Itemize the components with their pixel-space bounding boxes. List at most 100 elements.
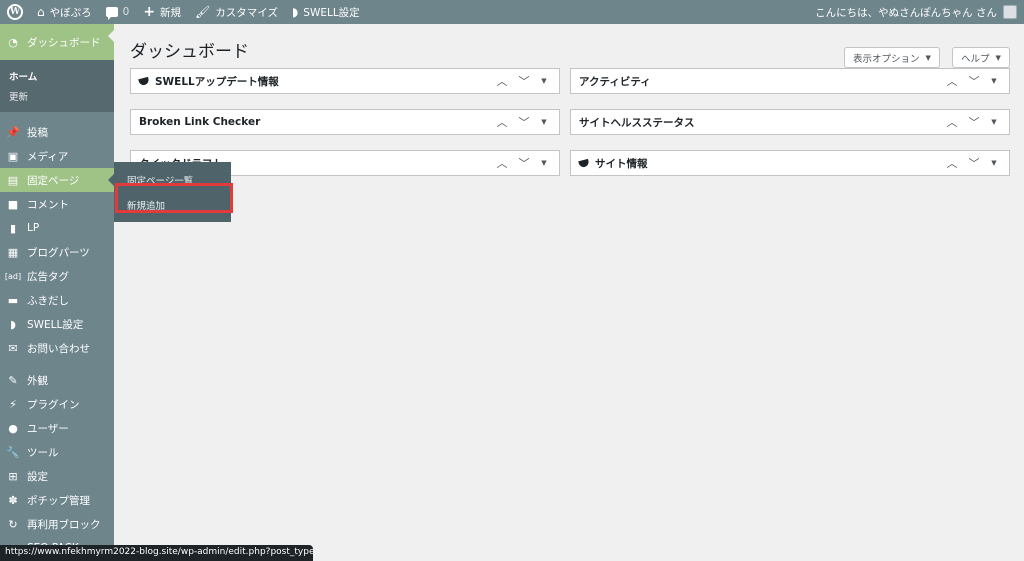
pin-icon: 📌 [6, 125, 20, 139]
submenu-home[interactable]: ホーム [0, 66, 114, 86]
panel-title: アクティビティ [579, 75, 651, 88]
menu-tools[interactable]: 🔧 ツール [0, 440, 114, 464]
move-up-icon[interactable]: ︿ [941, 73, 963, 89]
move-down-icon[interactable]: ﹀ [963, 114, 985, 130]
brush-icon: 🖌 [195, 5, 211, 19]
menu-ad-tags-label: 広告タグ [27, 270, 69, 283]
site-name-link[interactable]: ⌂ やぼぷろ [30, 0, 99, 24]
move-up-icon[interactable]: ︿ [491, 155, 513, 171]
menu-pochipp[interactable]: ✽ ポチップ管理 [0, 488, 114, 512]
panel-site-info: サイト情報 ︿ ﹀ ▼ [570, 150, 1010, 176]
submenu-updates[interactable]: 更新 [0, 86, 114, 106]
move-up-icon[interactable]: ︿ [491, 114, 513, 130]
brush-icon: ✎ [8, 373, 18, 387]
wrench-icon: 🔧 [6, 445, 20, 459]
menu-blog-parts-label: ブログパーツ [27, 246, 90, 259]
comment-icon: ■ [7, 197, 19, 211]
highlight-box [115, 183, 233, 213]
move-up-icon[interactable]: ︿ [941, 114, 963, 130]
customize-link[interactable]: 🖌 カスタマイズ [188, 0, 285, 24]
dashboard-icon: ◔ [8, 35, 18, 49]
menu-pages-label: 固定ページ [27, 174, 80, 187]
caret-down-icon: ▼ [925, 53, 931, 62]
account-menu[interactable]: こんにちは、やぬさんぽんちゃん さん [808, 0, 1024, 24]
avatar [1003, 5, 1017, 19]
menu-posts-label: 投稿 [27, 126, 48, 139]
screen-options-button[interactable]: 表示オプション ▼ [844, 47, 940, 68]
toggle-panel-icon[interactable]: ▼ [985, 118, 1003, 126]
toggle-panel-icon[interactable]: ▼ [985, 159, 1003, 167]
site-name: やぼぷろ [49, 6, 92, 19]
menu-ad-tags[interactable]: [ad] 広告タグ [0, 264, 114, 288]
menu-contact[interactable]: ✉ お問い合わせ [0, 336, 114, 360]
help-button[interactable]: ヘルプ ▼ [952, 47, 1010, 68]
wordpress-logo-button[interactable]: W [0, 0, 30, 24]
menu-pochipp-label: ポチップ管理 [27, 494, 90, 507]
panel-title: SWELLアップデート情報 [155, 75, 279, 88]
document-icon: ▮ [9, 221, 17, 235]
menu-dashboard[interactable]: ◔ ダッシュボード [0, 24, 114, 60]
move-down-icon[interactable]: ﹀ [513, 114, 535, 130]
panel-broken-link-checker: Broken Link Checker ︿ ﹀ ▼ [130, 109, 560, 135]
swell-label: SWELL設定 [303, 6, 360, 19]
panel-title: Broken Link Checker [139, 116, 261, 128]
menu-contact-label: お問い合わせ [27, 342, 90, 355]
swell-icon: ◗ [10, 317, 16, 331]
swell-settings-link[interactable]: ◗ SWELL設定 [285, 0, 367, 24]
menu-blog-parts[interactable]: ▦ ブログパーツ [0, 240, 114, 264]
menu-swell-settings[interactable]: ◗ SWELL設定 [0, 312, 114, 336]
reuse-icon: ↻ [8, 517, 18, 531]
menu-reusable-blocks-label: 再利用ブロック [27, 518, 101, 531]
menu-reusable-blocks[interactable]: ↻ 再利用ブロック [0, 512, 114, 536]
menu-tools-label: ツール [27, 446, 59, 459]
menu-balloons[interactable]: ▬ ふきだし [0, 288, 114, 312]
home-icon: ⌂ [37, 5, 45, 19]
main-content: ダッシュボード 表示オプション ▼ ヘルプ ▼ SWELLアップデート情報 ︿ ﹀ ▼ … [114, 24, 1024, 561]
move-down-icon[interactable]: ﹀ [963, 73, 985, 89]
greeting-text: こんにちは、やぬさんぽんちゃん さん [815, 6, 997, 19]
menu-users[interactable]: ● ユーザー [0, 416, 114, 440]
menu-lp[interactable]: ▮ LP [0, 216, 114, 240]
plus-icon: + [143, 4, 156, 20]
bubble-icon: ▬ [7, 293, 19, 307]
swell-icon [578, 158, 590, 168]
toggle-panel-icon[interactable]: ▼ [535, 159, 553, 167]
menu-dashboard-label: ダッシュボード [27, 36, 101, 49]
menu-appearance-label: 外観 [27, 374, 48, 387]
comments-link[interactable]: 0 [99, 0, 137, 24]
move-down-icon[interactable]: ﹀ [513, 155, 535, 171]
layout-icon: ▦ [7, 245, 19, 259]
menu-media[interactable]: ▣ メディア [0, 144, 114, 168]
panel-activity: アクティビティ ︿ ﹀ ▼ [570, 68, 1010, 94]
move-down-icon[interactable]: ﹀ [963, 155, 985, 171]
move-up-icon[interactable]: ︿ [941, 155, 963, 171]
comment-count: 0 [122, 6, 130, 18]
toggle-panel-icon[interactable]: ▼ [535, 118, 553, 126]
move-up-icon[interactable]: ︿ [491, 73, 513, 89]
menu-plugins[interactable]: ⚡ プラグイン [0, 392, 114, 416]
menu-comments-label: コメント [27, 198, 69, 211]
new-content-link[interactable]: + 新規 [136, 0, 188, 24]
comment-icon [105, 7, 118, 20]
menu-pages[interactable]: ▤ 固定ページ [0, 168, 114, 192]
swell-icon [138, 76, 150, 86]
wordpress-icon: W [7, 4, 23, 20]
menu-swell-settings-label: SWELL設定 [27, 318, 84, 331]
menu-posts[interactable]: 📌 投稿 [0, 120, 114, 144]
admin-sidebar: ◔ ダッシュボード ホーム 更新 📌 投稿 ▣ メディア ▤ 固定ページ ■ コメント ▮… [0, 24, 114, 561]
toggle-panel-icon[interactable]: ▼ [535, 77, 553, 85]
caret-down-icon: ▼ [995, 53, 1001, 62]
menu-comments[interactable]: ■ コメント [0, 192, 114, 216]
panel-title: サイトヘルスステータス [579, 116, 695, 129]
admin-bar: W ⌂ やぼぷろ 0 + 新規 🖌 カスタマイズ ◗ SWELL設定 こんにちは、やぬさ… [0, 0, 1024, 24]
link-status-bar: https://www.nfekhmyrm2022-blog.site/wp-a… [0, 545, 313, 561]
toggle-panel-icon[interactable]: ▼ [985, 77, 1003, 85]
menu-settings[interactable]: ⊞ 設定 [0, 464, 114, 488]
menu-appearance[interactable]: ✎ 外観 [0, 368, 114, 392]
menu-plugins-label: プラグイン [27, 398, 80, 411]
panel-title: サイト情報 [595, 157, 648, 170]
menu-users-label: ユーザー [27, 422, 69, 435]
panel-swell-updates: SWELLアップデート情報 ︿ ﹀ ▼ [130, 68, 560, 94]
move-down-icon[interactable]: ﹀ [513, 73, 535, 89]
screen-options-label: 表示オプション [853, 53, 920, 65]
